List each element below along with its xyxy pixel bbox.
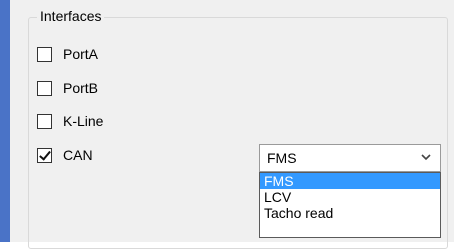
can-protocol-dropdown-list: FMS LCV Tacho read bbox=[259, 172, 441, 238]
checkbox-label-kline: K-Line bbox=[63, 113, 104, 129]
checkbox-can[interactable] bbox=[37, 147, 52, 163]
checkbox-porta[interactable] bbox=[37, 46, 52, 62]
checkbox-row-can[interactable]: CAN bbox=[37, 145, 93, 165]
checkbox-label-portb: PortB bbox=[63, 80, 99, 96]
dropdown-option-lcv[interactable]: LCV bbox=[260, 189, 440, 205]
dropdown-option-tacho-read[interactable]: Tacho read bbox=[260, 205, 440, 221]
groupbox-title: Interfaces bbox=[37, 7, 105, 25]
dropdown-option-fms[interactable]: FMS bbox=[260, 173, 440, 189]
checkbox-label-can: CAN bbox=[63, 147, 93, 163]
checkbox-kline[interactable] bbox=[37, 113, 52, 129]
left-accent-bar bbox=[0, 0, 10, 242]
chevron-down-icon[interactable] bbox=[421, 152, 431, 162]
checkbox-label-porta: PortA bbox=[63, 46, 99, 62]
can-protocol-combobox[interactable]: FMS bbox=[259, 144, 441, 172]
checkbox-row-portb[interactable]: PortB bbox=[37, 78, 98, 98]
checkbox-portb[interactable] bbox=[37, 80, 52, 96]
checkbox-row-porta[interactable]: PortA bbox=[37, 44, 98, 64]
checkbox-row-kline[interactable]: K-Line bbox=[37, 111, 103, 131]
combobox-selected-value: FMS bbox=[267, 150, 297, 166]
interfaces-panel: Interfaces PortA PortB K-Line CAN FMS FM… bbox=[0, 0, 454, 249]
